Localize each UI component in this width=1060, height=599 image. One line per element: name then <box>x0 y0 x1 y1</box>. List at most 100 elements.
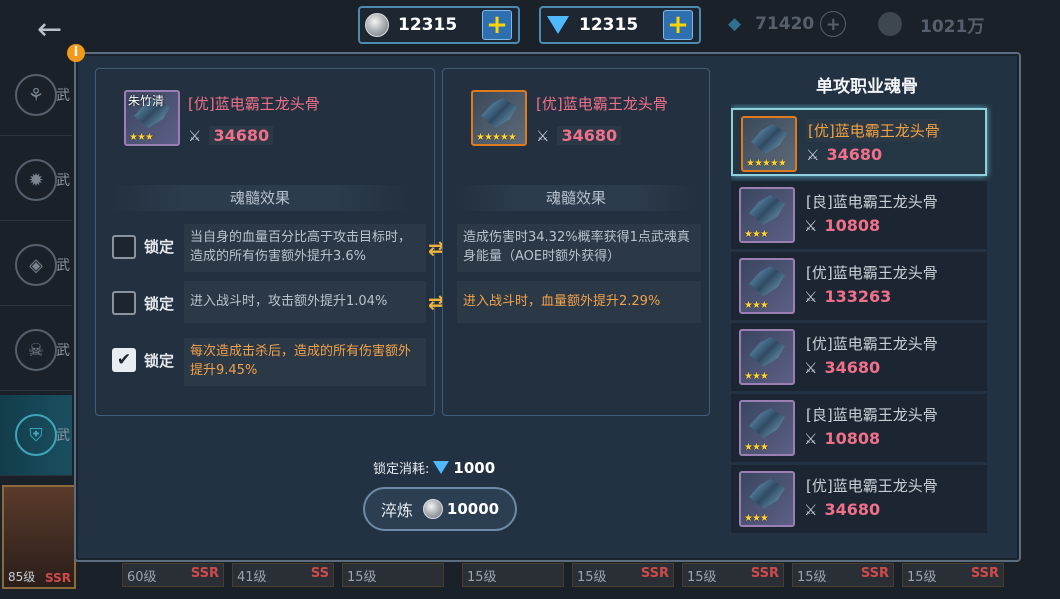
dragon-skull-icon <box>751 124 787 154</box>
bone-icon: ★★★ <box>739 187 795 243</box>
hero-card[interactable]: 15级 SSR <box>792 563 894 587</box>
crossed-swords-icon: ⚔ <box>806 145 820 164</box>
crossed-swords-icon: ⚔ <box>804 358 818 377</box>
list-item-name: [良]蓝电霸王龙头骨 <box>806 406 938 424</box>
card-rarity: SS <box>310 566 329 581</box>
card-level: 41级 <box>237 570 267 585</box>
add-gem-button[interactable]: + <box>820 11 847 37</box>
bone-owner: 朱竹清 <box>128 94 165 108</box>
bg-nav-item[interactable]: ☠ 武 <box>0 310 72 391</box>
card-rarity: SSR <box>190 566 219 581</box>
list-item-power: ⚔ 10808 <box>804 429 880 448</box>
hero-card[interactable]: 15级 SSR <box>682 563 784 587</box>
lock-cost: 锁定消耗: 1000 <box>373 458 496 478</box>
dragon-skull-icon <box>481 98 517 128</box>
candidate-bone-icon[interactable]: ★★★★★ <box>471 90 527 146</box>
dragon-skull-icon <box>749 479 785 509</box>
bone-icon: ★★★ <box>739 329 795 385</box>
back-arrow-icon[interactable]: ← <box>37 15 62 45</box>
lock-checkbox[interactable] <box>112 291 136 315</box>
card-level: 15级 <box>687 570 717 585</box>
crossed-swords-icon: ⚔ <box>188 126 202 145</box>
current-bone-panel: 朱竹清 ★★★ [优]蓝电霸王龙头骨 ⚔ 34680 魂髓效果 锁定 当自身的血… <box>95 68 435 416</box>
section-title: 魂髓效果 <box>457 185 695 211</box>
power-value: 133263 <box>824 287 892 306</box>
hero-rarity: SSR <box>45 571 71 585</box>
bg-nav-label: 武 <box>56 428 70 444</box>
gem-icon: ◆ <box>728 14 742 34</box>
list-item[interactable]: ★★★ [优]蓝电霸王龙头骨 ⚔ 34680 <box>731 465 987 533</box>
bg-nav-item[interactable]: ✹ 武 <box>0 140 72 221</box>
list-item-name: [优]蓝电霸王龙头骨 <box>806 264 938 282</box>
diamond-icon <box>433 461 450 474</box>
hero-portrait[interactable]: 85级 SSR <box>2 485 76 589</box>
list-item[interactable]: ★★★ [优]蓝电霸王龙头骨 ⚔ 34680 <box>731 323 987 391</box>
list-item-name: [优]蓝电霸王龙头骨 <box>806 477 938 495</box>
gem-amount: 71420 <box>755 14 815 34</box>
star-rating: ★★★ <box>744 513 769 524</box>
candidate-bone-name: [优]蓝电霸王龙头骨 <box>536 95 668 113</box>
diamond-icon <box>545 12 571 38</box>
crossed-swords-icon: ⚔ <box>804 287 818 306</box>
bg-nav-item-active[interactable]: ⛨ 武 <box>0 395 72 476</box>
add-silver-button[interactable]: + <box>482 10 512 40</box>
bg-nav-item[interactable]: ⚘ 武 <box>0 55 72 136</box>
list-item-selected[interactable]: ★★★★★ [优]蓝电霸王龙头骨 ⚔ 34680 <box>731 108 987 176</box>
list-item-power: ⚔ 133263 <box>804 287 891 306</box>
effect-text: 进入战斗时，攻击额外提升1.04% <box>184 281 426 323</box>
bg-nav-label: 武 <box>56 343 70 359</box>
background-nav: ⚘ 武 ✹ 武 ◈ 武 ☠ 武 ⛨ 武 <box>0 55 75 495</box>
hero-card[interactable]: 60级 SSR <box>122 563 224 587</box>
list-item-power: ⚔ 34680 <box>806 145 882 164</box>
star-rating: ★★★ <box>744 371 769 382</box>
card-rarity: SSR <box>640 566 669 581</box>
card-rarity: SSR <box>860 566 889 581</box>
soul-bone-refine-dialog: 朱竹清 ★★★ [优]蓝电霸王龙头骨 ⚔ 34680 魂髓效果 锁定 当自身的血… <box>74 52 1021 562</box>
list-item-name: [优]蓝电霸王龙头骨 <box>806 119 942 142</box>
power-value: 34680 <box>824 358 881 377</box>
lock-cost-value: 1000 <box>453 458 496 477</box>
lock-label: 锁定 <box>144 238 175 256</box>
lock-checkbox[interactable] <box>112 235 136 259</box>
star-rating: ★★★ <box>744 229 769 240</box>
lock-label: 锁定 <box>144 295 175 313</box>
power-value: 34680 <box>826 145 883 164</box>
crossed-swords-icon: ⚔ <box>536 126 550 145</box>
list-item[interactable]: ★★★ [良]蓝电霸王龙头骨 ⚔ 10808 <box>731 181 987 249</box>
list-item[interactable]: ★★★ [优]蓝电霸王龙头骨 ⚔ 133263 <box>731 252 987 320</box>
list-item-power: ⚔ 10808 <box>804 216 880 235</box>
crossed-swords-icon: ⚔ <box>804 500 818 519</box>
card-level: 15级 <box>907 570 937 585</box>
list-item-power: ⚔ 34680 <box>804 500 880 519</box>
candidate-bone-panel: ★★★★★ [优]蓝电霸王龙头骨 ⚔ 34680 魂髓效果 造成伤害时34.32… <box>442 68 710 416</box>
crossed-swords-icon: ⚔ <box>804 429 818 448</box>
diamond-amount: 12315 <box>579 15 639 35</box>
power-value: 34680 <box>557 126 622 145</box>
diamond-currency: 12315 + <box>539 6 701 44</box>
bg-nav-item[interactable]: ◈ 武 <box>0 225 72 306</box>
refine-button[interactable]: 淬炼 10000 <box>363 487 517 531</box>
silver-currency: 12315 + <box>358 6 520 44</box>
hero-card[interactable]: 15级 SSR <box>572 563 674 587</box>
lock-checkbox-checked[interactable]: ✔ <box>112 348 136 372</box>
effect-text: 造成伤害时34.32%概率获得1点武魂真身能量（AOE时额外获得） <box>457 224 701 272</box>
refine-label: 淬炼 <box>380 501 413 520</box>
list-item[interactable]: ★★★ [良]蓝电霸王龙头骨 ⚔ 10808 <box>731 394 987 462</box>
nav-emblem-icon: ☠ <box>15 329 57 371</box>
info-icon[interactable]: i <box>67 44 85 62</box>
soul-bone-list: ★★★★★ [优]蓝电霸王龙头骨 ⚔ 34680 ★★★ [良]蓝电霸王龙头骨 ⚔… <box>731 104 993 536</box>
hero-card[interactable]: 41级 SS <box>232 563 334 587</box>
hero-card[interactable]: 15级 <box>462 563 564 587</box>
lock-label: 锁定 <box>144 352 175 370</box>
hero-level: 85级 <box>8 570 36 584</box>
hero-card[interactable]: 15级 <box>342 563 444 587</box>
effect-text: 每次造成击杀后，造成的所有伤害额外提升9.45% <box>184 338 426 386</box>
hero-card[interactable]: 15级 SSR <box>902 563 1004 587</box>
crossed-swords-icon: ⚔ <box>804 216 818 235</box>
card-level: 15级 <box>467 570 497 585</box>
current-bone-icon[interactable]: 朱竹清 ★★★ <box>124 90 180 146</box>
lock-cost-label: 锁定消耗: <box>373 462 430 477</box>
card-level: 15级 <box>797 570 827 585</box>
add-diamond-button[interactable]: + <box>663 10 693 40</box>
card-level: 15级 <box>577 570 607 585</box>
